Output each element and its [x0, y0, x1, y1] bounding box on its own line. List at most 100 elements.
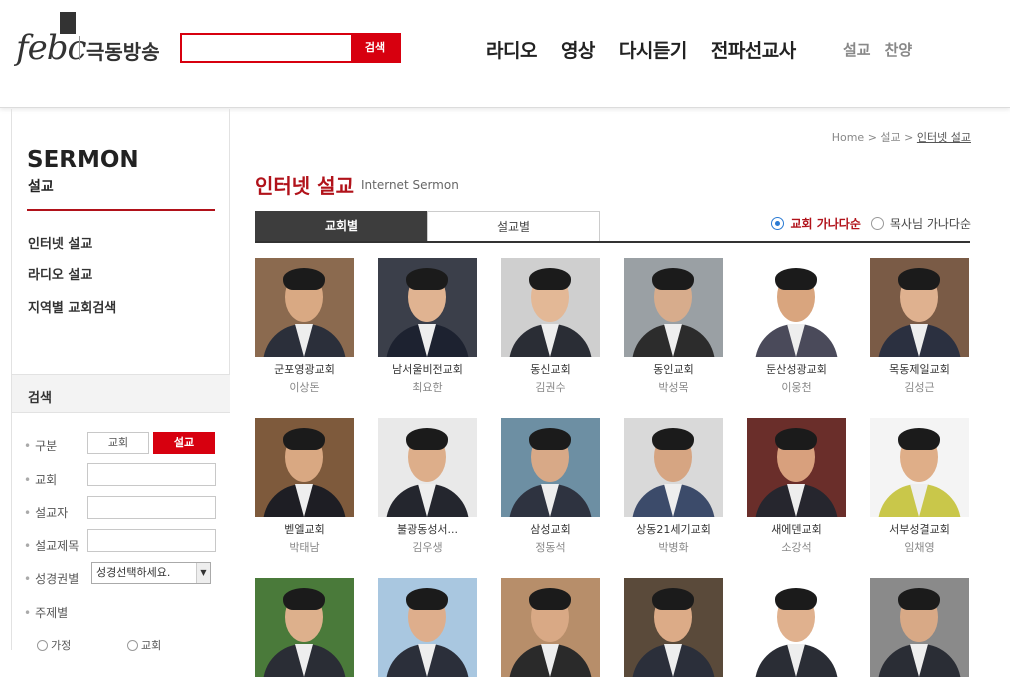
pastor-photo[interactable] [624, 258, 723, 357]
bible-select[interactable]: 성경선택하세요. ▼ [91, 562, 211, 584]
sermon-card[interactable]: 불광동성서... 김우생 [378, 418, 477, 555]
pastor-photo[interactable] [501, 258, 600, 357]
church-name[interactable]: 벧엘교회 [255, 521, 354, 537]
pastor-photo[interactable] [255, 418, 354, 517]
subject-label: • 설교제목 [24, 539, 80, 553]
type-sermon-button[interactable]: 설교 [153, 432, 215, 454]
church-name[interactable]: 동신교회 [501, 361, 600, 377]
pastor-photo[interactable] [624, 578, 723, 677]
sermon-card[interactable] [624, 578, 723, 681]
tab-by-sermon[interactable]: 설교별 [427, 211, 600, 241]
pastor-photo[interactable] [747, 578, 846, 677]
nav-video[interactable]: 영상 [561, 36, 595, 63]
sermon-card[interactable] [747, 578, 846, 681]
church-name[interactable]: 삼성교회 [501, 521, 600, 537]
pastor-name: 김우생 [412, 541, 443, 554]
pastor-name: 김권수 [535, 381, 566, 394]
pastor-name: 박병화 [658, 541, 689, 554]
pastor-name: 임채영 [904, 541, 935, 554]
bible-label: • 성경권별 [24, 572, 80, 586]
sidebar-title: SERMON [27, 147, 139, 173]
sidebar-item-radio-sermon[interactable]: 라디오 설교 [28, 264, 92, 283]
search-button[interactable]: 검색 [351, 35, 399, 61]
site-header: febc 극동방송 검색 라디오 영상 다시듣기 전파선교사 설교 찬양 [0, 0, 1010, 108]
church-input[interactable] [87, 463, 216, 486]
sermon-card[interactable]: 목동제일교회김성근 [870, 258, 969, 395]
sermon-card[interactable]: 서부성결교회임채영 [870, 418, 969, 555]
main-nav: 라디오 영상 다시듣기 전파선교사 [486, 36, 820, 63]
preacher-input[interactable] [87, 496, 216, 519]
sermon-card[interactable]: 동신교회김권수 [501, 258, 600, 395]
pastor-photo[interactable] [255, 258, 354, 357]
pastor-name: 박태남 [289, 541, 320, 554]
sermon-card[interactable]: 상동21세기교회박병화 [624, 418, 723, 555]
topic-radio-family[interactable]: 가정 [37, 637, 71, 653]
church-name[interactable]: 남서울비전교회 [378, 361, 477, 377]
pastor-photo[interactable] [501, 418, 600, 517]
febc-logo[interactable]: febc 극동방송 [6, 10, 166, 80]
breadcrumb-sermon[interactable]: 설교 [880, 131, 900, 144]
subnav-sermon[interactable]: 설교 [843, 39, 871, 60]
nav-missionary[interactable]: 전파선교사 [711, 36, 796, 63]
sort-options: 교회 가나다순 목사님 가나다순 [761, 215, 971, 232]
pastor-photo[interactable] [378, 258, 477, 357]
pastor-photo[interactable] [870, 418, 969, 517]
church-name[interactable]: 서부성결교회 [870, 521, 969, 537]
breadcrumb-current[interactable]: 인터넷 설교 [917, 131, 971, 144]
church-name[interactable]: 불광동성서... [378, 521, 477, 537]
pastor-name: 소강석 [781, 541, 812, 554]
sort-church-alpha[interactable]: 교회 가나다순 [771, 215, 861, 232]
sermon-card[interactable]: 둔산성광교회 이웅천 [747, 258, 846, 395]
sermon-card[interactable] [255, 578, 354, 681]
pastor-photo[interactable] [870, 258, 969, 357]
search-panel-header: 검색 [12, 374, 230, 413]
subject-input[interactable] [87, 529, 216, 552]
pastor-photo[interactable] [747, 418, 846, 517]
topic-radio-church[interactable]: 교회 [127, 637, 161, 653]
pastor-photo[interactable] [870, 578, 969, 677]
sermon-card[interactable] [378, 578, 477, 681]
sort-pastor-alpha[interactable]: 목사님 가나다순 [870, 215, 971, 232]
pastor-photo[interactable] [624, 418, 723, 517]
subnav-praise[interactable]: 찬양 [885, 39, 913, 60]
breadcrumb: Home > 설교 > 인터넷 설교 [831, 131, 971, 144]
pastor-name: 이상돈 [289, 381, 320, 394]
sermon-card[interactable]: 군포영광교회이상돈 [255, 258, 354, 395]
pastor-photo[interactable] [255, 578, 354, 677]
breadcrumb-home[interactable]: Home [832, 131, 864, 144]
search-panel-title: 검색 [28, 391, 52, 406]
dropdown-arrow-icon: ▼ [196, 563, 210, 583]
sermon-card[interactable]: 삼성교회정동석 [501, 418, 600, 555]
nav-radio[interactable]: 라디오 [486, 36, 537, 63]
pastor-name: 김성근 [904, 381, 935, 394]
pastor-photo[interactable] [378, 578, 477, 677]
church-name[interactable]: 상동21세기교회 [624, 521, 723, 537]
church-label: • 교회 [24, 473, 58, 487]
church-name[interactable]: 둔산성광교회 [747, 361, 846, 377]
sermon-card[interactable]: 동인교회 박성목 [624, 258, 723, 395]
church-name[interactable]: 군포영광교회 [255, 361, 354, 377]
sermon-card[interactable] [870, 578, 969, 681]
type-label: • 구분 [24, 439, 58, 453]
logo-name: 극동방송 [86, 40, 160, 64]
pastor-photo[interactable] [378, 418, 477, 517]
sermon-card[interactable]: 새에덴교회소강석 [747, 418, 846, 555]
pastor-photo[interactable] [501, 578, 600, 677]
logo-divider [79, 36, 80, 60]
nav-replay[interactable]: 다시듣기 [619, 36, 687, 63]
tab-by-church[interactable]: 교회별 [255, 211, 428, 241]
type-church-button[interactable]: 교회 [87, 432, 149, 454]
left-sidebar: SERMON 설교 인터넷 설교 라디오 설교 지역별 교회검색 검색 • 구분 … [11, 109, 230, 653]
church-name[interactable]: 동인교회 [624, 361, 723, 377]
church-name[interactable]: 새에덴교회 [747, 521, 846, 537]
sidebar-item-internet-sermon[interactable]: 인터넷 설교 [28, 233, 92, 252]
sidebar-item-regional-church-search[interactable]: 지역별 교회검색 [28, 297, 116, 316]
sermon-card[interactable] [501, 578, 600, 681]
pastor-photo[interactable] [747, 258, 846, 357]
pastor-name: 정동석 [535, 541, 566, 554]
sermon-card[interactable]: 벧엘교회박태남 [255, 418, 354, 555]
page-title-en: Internet Sermon [361, 178, 459, 192]
search-input[interactable] [182, 35, 352, 61]
church-name[interactable]: 목동제일교회 [870, 361, 969, 377]
sermon-card[interactable]: 남서울비전교회 최요한 [378, 258, 477, 395]
